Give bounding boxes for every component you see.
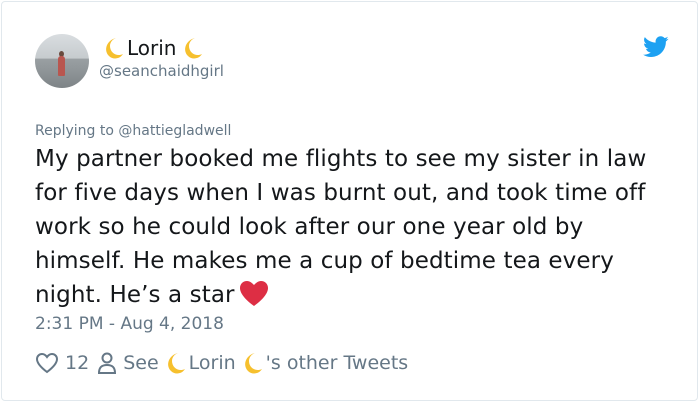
- reply-prefix: Replying to: [35, 123, 114, 139]
- crescent-moon-icon: [167, 353, 185, 374]
- see-suffix: 's other Tweets: [265, 352, 409, 374]
- red-heart-icon: [239, 281, 268, 306]
- tweet-card: Lorin @seanchaidhgirl Replying to @hatti…: [1, 1, 698, 401]
- crescent-moon-icon: [185, 38, 203, 59]
- tweet-timestamp[interactable]: 2:31 PM - Aug 4, 2018: [35, 314, 224, 334]
- twitter-bird-icon[interactable]: [643, 36, 669, 58]
- tweet-actions: 12 See Lorin 's other Tweets: [35, 348, 408, 378]
- like-count: 12: [65, 352, 90, 374]
- person-icon: [98, 352, 117, 374]
- avatar[interactable]: [35, 34, 89, 88]
- tweet-body: My partner booked me flights to see my s…: [35, 142, 675, 312]
- author-name-row[interactable]: Lorin: [99, 34, 204, 62]
- reply-context: Replying to @hattiegladwell: [35, 123, 231, 139]
- crescent-moon-icon: [106, 38, 123, 59]
- tweet-text: My partner booked me flights to see my s…: [35, 146, 647, 308]
- reply-mention-link[interactable]: @hattiegladwell: [118, 123, 231, 139]
- see-other-tweets-link[interactable]: See Lorin 's other Tweets: [97, 350, 408, 376]
- author-name[interactable]: Lorin: [127, 36, 176, 60]
- author-handle[interactable]: @seanchaidhgirl: [99, 62, 224, 80]
- see-prefix: See: [123, 352, 159, 374]
- like-button[interactable]: 12: [35, 352, 97, 374]
- avatar-figure: [58, 56, 65, 76]
- crescent-moon-icon: [244, 353, 262, 374]
- heart-outline-icon: [35, 352, 59, 374]
- see-name: Lorin: [188, 352, 236, 374]
